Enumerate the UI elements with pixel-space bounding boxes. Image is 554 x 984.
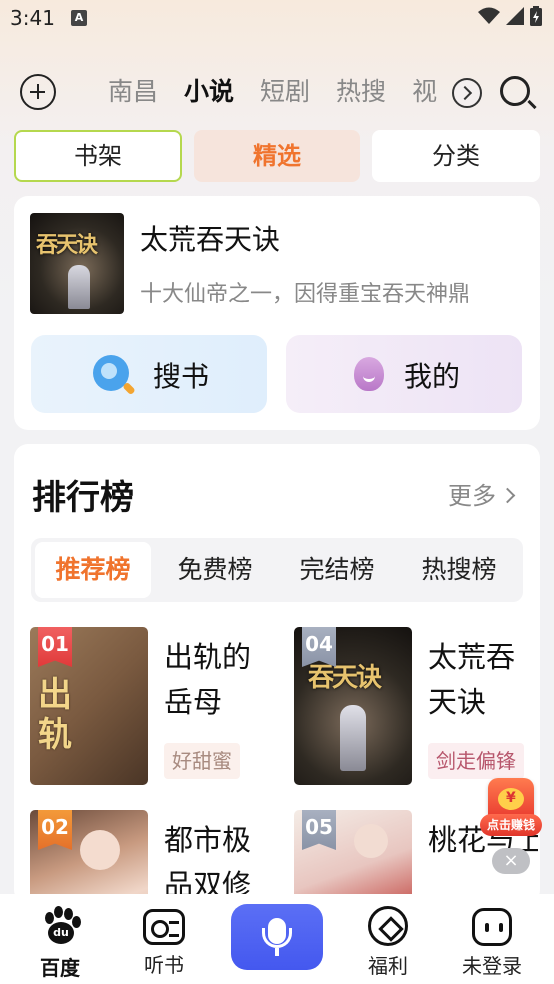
my-books-button[interactable]: 我的 [286, 335, 522, 413]
signal-icon [506, 7, 524, 25]
add-icon[interactable] [20, 74, 56, 110]
paw-toe [72, 916, 81, 928]
tab-short-drama[interactable]: 短剧 [260, 72, 310, 112]
featured-book-title[interactable]: 太荒吞天诀 [140, 218, 280, 258]
paw-pad: du [48, 922, 74, 944]
tab-novel[interactable]: 小说 [184, 72, 234, 112]
close-icon[interactable]: × [492, 848, 530, 874]
rank-badge: 05 [302, 810, 336, 850]
book-name: 出轨的岳母 [164, 640, 252, 719]
cover-figure [340, 705, 366, 771]
cover-figure [68, 265, 90, 309]
top-nav: 南昌 小说 短剧 热搜 视 [0, 66, 554, 116]
notification-icon: A [71, 10, 87, 26]
book-tag: 剑走偏锋 [428, 743, 524, 779]
person-icon [354, 357, 384, 391]
nav-welfare[interactable]: 福利 [348, 906, 428, 979]
coin-icon: ¥ [506, 790, 516, 806]
rank-book-4[interactable]: 吞天诀 04 太荒吞天诀 剑走偏锋 [294, 627, 540, 787]
cover-text: 出轨 [38, 675, 72, 755]
nav-baidu-label: 百度 [40, 956, 80, 980]
category-button[interactable]: 分类 [372, 130, 540, 182]
tab-free[interactable]: 免费榜 [157, 542, 273, 598]
welfare-icon [368, 906, 408, 946]
channel-tabs: 南昌 小说 短剧 热搜 视 [108, 72, 458, 112]
book-cover: 02 [30, 810, 148, 904]
voice-search-button[interactable] [231, 904, 323, 970]
cover-face [80, 830, 120, 870]
rank-book-1[interactable]: 出轨 01 出轨的岳母 好甜蜜 [30, 627, 292, 787]
tab-hot[interactable]: 热搜榜 [401, 542, 517, 598]
rank-badge: 02 [38, 810, 72, 850]
earn-money-label: 点击赚钱 [480, 814, 542, 836]
paw-toe [54, 906, 63, 918]
book-tag: 好甜蜜 [164, 743, 240, 779]
book-name: 都市极品双修 [164, 823, 252, 902]
battery-icon [530, 6, 542, 26]
microphone-stem [275, 948, 279, 956]
search-icon[interactable] [500, 76, 530, 106]
tab-nanchang[interactable]: 南昌 [108, 72, 158, 112]
ranking-card: 排行榜 更多 推荐榜 免费榜 完结榜 热搜榜 出轨 01 出轨的岳母 好甜蜜 吞… [14, 444, 540, 904]
nav-listen-label: 听书 [144, 953, 184, 977]
rank-book-2[interactable]: 02 都市极品双修 [30, 810, 292, 904]
magnifier-icon [93, 355, 129, 391]
nav-login-label: 未登录 [462, 954, 522, 978]
nav-listen[interactable]: 听书 [124, 906, 204, 978]
tab-finished[interactable]: 完结榜 [279, 542, 395, 598]
search-book-button[interactable]: 搜书 [31, 335, 267, 413]
featured-card: 吞天诀 太荒吞天诀 十大仙帝之一，因得重宝吞天神鼎 搜书 我的 [14, 196, 540, 430]
rank-badge: 01 [38, 627, 72, 667]
status-bar: 3:41 A [0, 0, 554, 40]
bookshelf-button[interactable]: 书架 [14, 130, 182, 182]
featured-button[interactable]: 精选 [194, 130, 360, 182]
featured-book-cover[interactable]: 吞天诀 [30, 213, 124, 314]
nav-welfare-label: 福利 [368, 954, 408, 978]
bottom-nav: du 百度 听书 福利 未登录 [0, 894, 554, 984]
chevron-right-icon[interactable] [452, 78, 482, 108]
nav-login[interactable]: 未登录 [452, 906, 532, 979]
baidu-paw-icon: du [39, 906, 81, 948]
microphone-arc [262, 928, 292, 948]
book-name: 太荒吞天诀 [428, 640, 516, 719]
book-cover: 吞天诀 04 [294, 627, 412, 785]
my-books-label: 我的 [404, 360, 461, 393]
ranking-title: 排行榜 [32, 478, 134, 518]
red-packet-widget[interactable]: ¥ 点击赚钱 [480, 778, 542, 842]
book-cover: 05 [294, 810, 412, 904]
tab-hot-search[interactable]: 热搜 [336, 72, 386, 112]
listen-book-icon [143, 909, 185, 945]
cover-title-text: 吞天诀 [36, 232, 98, 258]
user-face-icon [472, 908, 512, 946]
cover-text: 吞天诀 [308, 663, 382, 693]
book-cover: 出轨 01 [30, 627, 148, 785]
wifi-icon [478, 7, 500, 24]
nav-baidu[interactable]: du 百度 [20, 906, 100, 981]
status-time: 3:41 [10, 6, 55, 30]
featured-book-desc[interactable]: 十大仙帝之一，因得重宝吞天神鼎 [140, 276, 526, 308]
tab-video[interactable]: 视 [412, 72, 437, 112]
tab-recommend[interactable]: 推荐榜 [35, 542, 151, 598]
more-link[interactable]: 更多 [448, 476, 513, 511]
paw-toe [45, 912, 54, 924]
ranking-tabs: 推荐榜 免费榜 完结榜 热搜榜 [31, 538, 523, 602]
cover-face [354, 824, 388, 858]
search-book-label: 搜书 [153, 360, 210, 393]
